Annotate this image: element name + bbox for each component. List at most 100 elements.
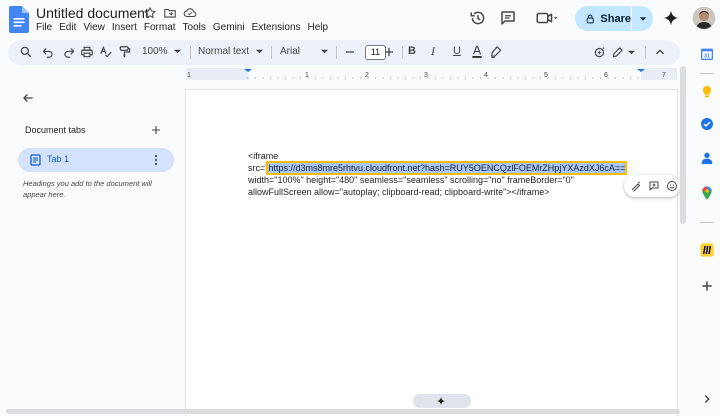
ruler-number: 3	[424, 72, 428, 79]
src-prefix: src="	[248, 163, 269, 173]
underline-button[interactable]: U	[453, 45, 461, 57]
share-label: Share	[600, 12, 631, 25]
document-tab-icon	[30, 154, 41, 166]
gemini-sparkle-icon	[436, 396, 446, 406]
share-button[interactable]: Share	[575, 6, 653, 31]
editing-mode-caret-icon[interactable]	[627, 48, 636, 57]
menu-tools[interactable]: Tools	[183, 22, 210, 33]
gemini-sparkle-icon[interactable]	[662, 9, 680, 27]
side-panel-divider	[700, 73, 714, 74]
star-icon[interactable]	[143, 6, 157, 20]
editing-mode-icon[interactable]	[611, 45, 625, 59]
gemini-edit-icon[interactable]	[593, 45, 607, 59]
ruler-number: 5	[544, 72, 548, 79]
horizontal-scrollbar[interactable]	[6, 409, 680, 414]
document-title[interactable]: Untitled document	[36, 5, 149, 21]
version-history-icon[interactable]	[469, 9, 487, 27]
miro-addon-icon[interactable]	[699, 242, 715, 258]
menu-extensions[interactable]: Extensions	[252, 22, 305, 33]
text-line: width="100%" height="480" seamless="seam…	[248, 175, 574, 185]
ruler-number: 1	[187, 72, 191, 79]
contacts-icon[interactable]	[699, 150, 715, 166]
bold-button[interactable]: B	[408, 45, 416, 57]
share-options-button[interactable]	[632, 15, 653, 23]
hide-menus-chevron-up-icon[interactable]	[653, 45, 667, 59]
share-main-button[interactable]: Share	[575, 6, 631, 31]
font-select[interactable]: Arial	[280, 46, 300, 57]
docs-logo-icon[interactable]	[9, 6, 29, 33]
ruler-number: 6	[604, 72, 608, 79]
increase-font-size-icon[interactable]	[382, 45, 396, 59]
toolbar-divider	[271, 46, 272, 59]
menu-gemini[interactable]: Gemini	[213, 22, 249, 33]
text-line: <iframe	[248, 151, 279, 161]
text-line: src="https://d3ms8mre5rhtvu.cloudfront.n…	[248, 161, 628, 175]
maps-icon[interactable]	[699, 185, 715, 201]
comments-icon[interactable]	[499, 9, 517, 27]
vertical-scrollbar[interactable]	[680, 66, 686, 224]
ruler-number: 7	[662, 72, 666, 79]
caret-down-icon	[639, 16, 646, 21]
keep-icon[interactable]	[699, 84, 715, 100]
document-body-text[interactable]: <iframe src="https://d3ms8mre5rhtvu.clou…	[248, 150, 628, 198]
cloud-saved-icon[interactable]	[183, 6, 197, 20]
lock-icon	[586, 14, 594, 23]
hide-side-panel-chevron-icon[interactable]	[700, 392, 714, 406]
headings-hint-text: Headings you add to the document will ap…	[23, 179, 152, 199]
tasks-icon[interactable]	[699, 116, 715, 132]
italic-button[interactable]: I	[431, 44, 435, 59]
title-bar: Untitled document File Edit View Insert …	[0, 0, 720, 40]
tab-label: Tab 1	[47, 154, 70, 164]
help-me-write-icon[interactable]	[630, 180, 642, 192]
selected-url-text[interactable]: https://d3ms8mre5rhtvu.cloudfront.net?ha…	[266, 161, 628, 175]
menu-format[interactable]: Format	[144, 22, 180, 33]
font-caret-icon	[320, 49, 329, 54]
user-avatar[interactable]	[693, 7, 715, 29]
toolbar-divider	[336, 46, 337, 59]
undo-icon[interactable]	[41, 45, 55, 59]
tab-item-tab1[interactable]: Tab 1	[18, 148, 174, 172]
zoom-select[interactable]: 100%	[142, 46, 168, 57]
paint-format-icon[interactable]	[118, 45, 132, 59]
zoom-caret-icon	[173, 49, 182, 54]
search-menus-icon[interactable]	[19, 45, 33, 59]
ruler-margin	[641, 68, 677, 80]
meet-video-icon[interactable]	[535, 9, 559, 27]
menu-bar: File Edit View Insert Format Tools Gemin…	[36, 22, 335, 33]
gemini-quick-button[interactable]	[413, 394, 471, 408]
style-select[interactable]: Normal text	[198, 46, 249, 57]
document-tabs-heading: Document tabs	[25, 125, 86, 135]
tab-more-options-icon[interactable]	[152, 154, 160, 166]
print-icon[interactable]	[80, 45, 94, 59]
menu-help[interactable]: Help	[308, 22, 333, 33]
avatar-photo-icon	[693, 7, 715, 29]
calendar-icon[interactable]: 31	[699, 46, 715, 62]
move-folder-icon[interactable]	[163, 6, 177, 20]
decrease-font-size-icon[interactable]	[343, 45, 357, 59]
get-addons-plus-icon[interactable]	[699, 278, 715, 294]
horizontal-ruler[interactable]: 1 1 2 3 4 5 6 7	[186, 68, 677, 80]
ruler-margin	[186, 68, 248, 80]
add-comment-icon[interactable]	[648, 180, 660, 192]
ruler-number: 2	[365, 72, 369, 79]
toolbar-divider	[402, 46, 403, 59]
highlight-color-icon[interactable]	[489, 45, 503, 59]
add-emoji-reaction-icon[interactable]	[666, 180, 678, 192]
text-line: allowFullScreen allow="autoplay; clipboa…	[248, 187, 550, 197]
menu-insert[interactable]: Insert	[112, 22, 141, 33]
menu-file[interactable]: File	[36, 22, 56, 33]
text-color-icon[interactable]	[470, 45, 484, 59]
redo-icon[interactable]	[62, 45, 76, 59]
back-arrow-icon[interactable]	[21, 91, 35, 105]
svg-text:31: 31	[704, 53, 710, 59]
side-panel-divider	[700, 222, 714, 223]
menu-edit[interactable]: Edit	[59, 22, 80, 33]
spelling-check-icon[interactable]	[99, 45, 113, 59]
menu-view[interactable]: View	[83, 22, 109, 33]
toolbar-divider	[645, 46, 646, 59]
selection-floating-actions	[624, 175, 680, 197]
add-tab-icon[interactable]	[150, 124, 162, 136]
ruler-number: 4	[484, 72, 488, 79]
toolbar-divider	[190, 46, 191, 59]
document-page[interactable]: <iframe src="https://d3ms8mre5rhtvu.clou…	[186, 90, 677, 416]
